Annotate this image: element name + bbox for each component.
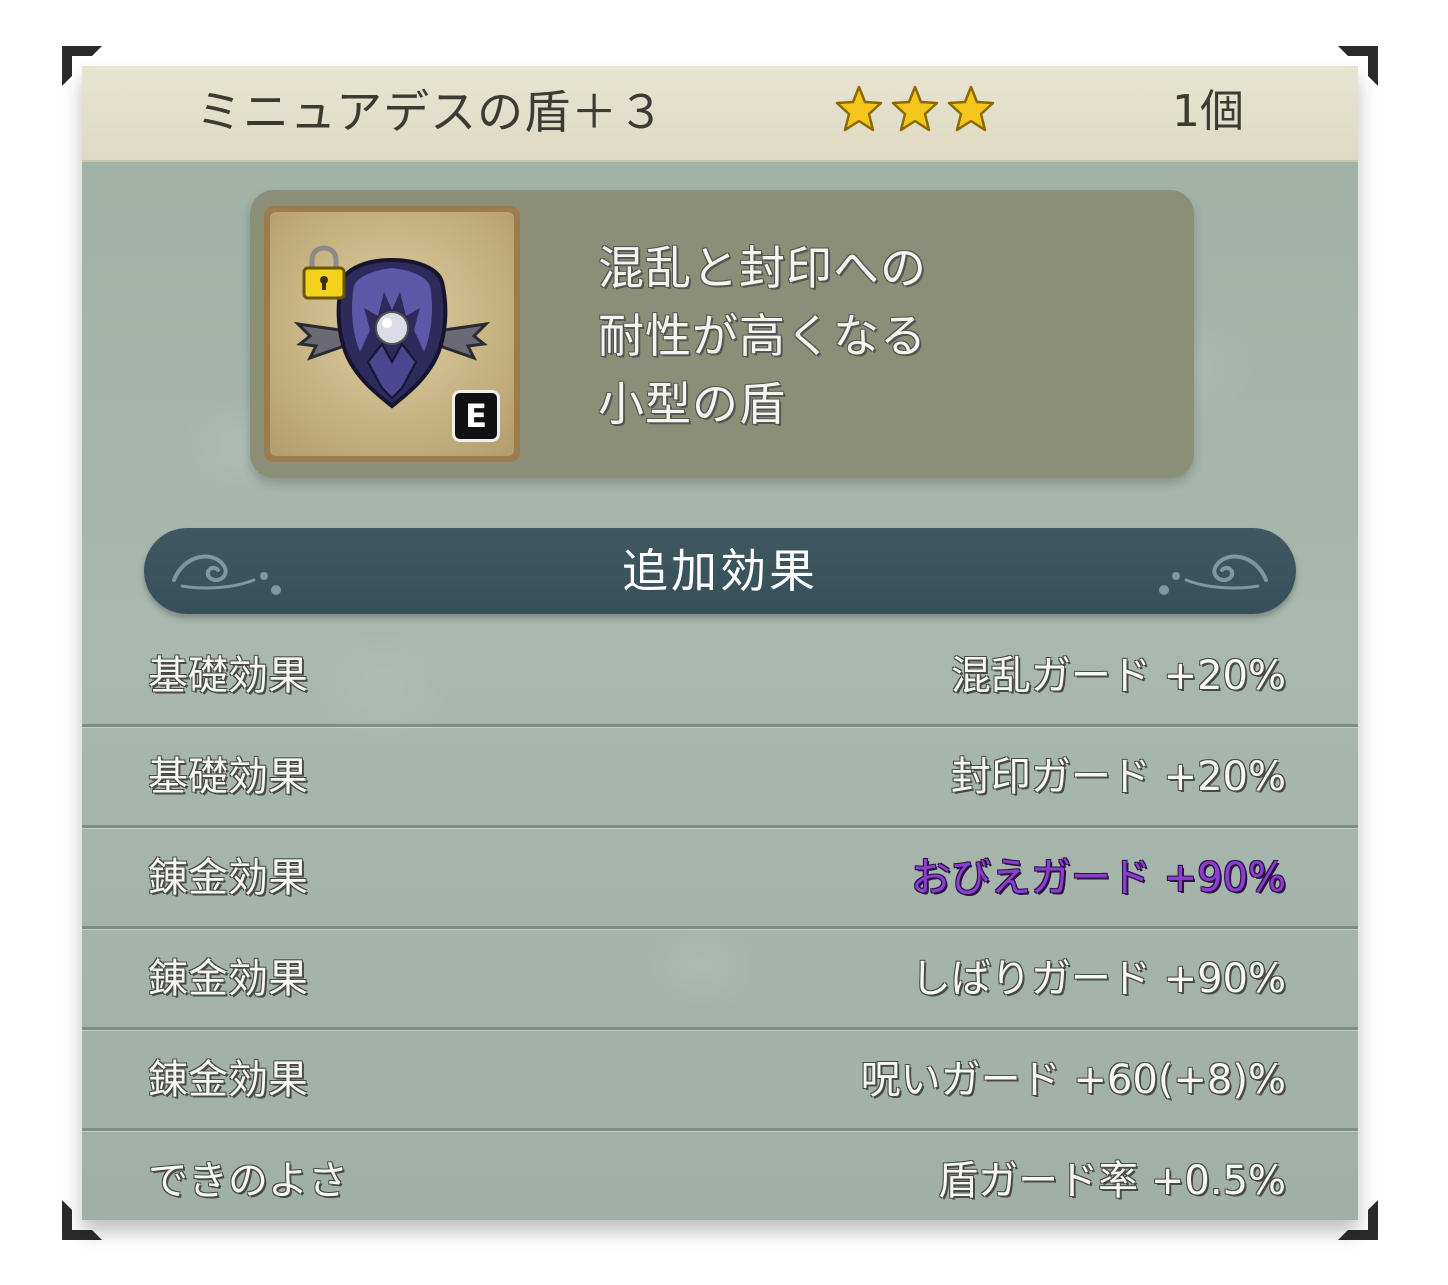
effect-value: おびえガード +90% — [910, 855, 1286, 901]
star-icon — [947, 85, 995, 132]
item-detail-panel: ミニュアデスの盾＋３ 1個 E 混乱と封印への 耐性が高くなる 小型の盾 追加効… — [82, 66, 1358, 1220]
description-line: 耐性が高くなる — [598, 309, 927, 363]
item-header: ミニュアデスの盾＋３ 1個 — [82, 66, 1358, 162]
item-description-box: E 混乱と封印への 耐性が高くなる 小型の盾 — [250, 190, 1194, 478]
additional-effects-title: 追加効果 — [622, 544, 818, 598]
effect-type: 錬金効果 — [148, 1057, 308, 1103]
description-line: 混乱と封印への — [598, 241, 927, 295]
effects-list: 基礎効果 混乱ガード +20% 基礎効果 封印ガード +20% 錬金効果 おびえ… — [82, 626, 1358, 1220]
star-icon — [891, 85, 939, 132]
effect-row: できのよさ 盾ガード率 +0.5% — [82, 1131, 1358, 1220]
item-description: 混乱と封印への 耐性が高くなる 小型の盾 — [598, 234, 927, 438]
effect-row: 基礎効果 混乱ガード +20% — [82, 626, 1358, 727]
effect-type: 基礎効果 — [148, 653, 308, 699]
effect-row: 錬金効果 おびえガード +90% — [82, 828, 1358, 929]
effect-type: 基礎効果 — [148, 754, 308, 800]
item-icon-frame[interactable]: E — [264, 206, 520, 462]
flourish-right-icon — [1159, 554, 1268, 595]
effect-value: しばりガード +90% — [910, 956, 1286, 1002]
rarity-stars — [834, 84, 996, 140]
item-name: ミニュアデスの盾＋３ — [196, 85, 666, 139]
lock-icon — [302, 245, 346, 300]
effect-type: 錬金効果 — [148, 855, 308, 901]
item-icon: E — [270, 212, 514, 456]
effect-type: できのよさ — [148, 1158, 348, 1204]
effect-value: 呪いガード +60(+8)% — [860, 1057, 1286, 1103]
star-icon — [835, 85, 883, 132]
effect-value: 混乱ガード +20% — [950, 653, 1286, 699]
item-count: 1個 — [1172, 86, 1244, 137]
description-line: 小型の盾 — [598, 377, 786, 431]
effect-value: 盾ガード率 +0.5% — [938, 1158, 1286, 1204]
effect-value: 封印ガード +20% — [950, 754, 1286, 800]
effect-row: 基礎効果 封印ガード +20% — [82, 727, 1358, 828]
additional-effects-header: 追加効果 — [144, 528, 1296, 614]
effect-row: 錬金効果 呪いガード +60(+8)% — [82, 1030, 1358, 1131]
equipped-badge: E — [452, 390, 500, 442]
effect-type: 錬金効果 — [148, 956, 308, 1002]
effect-row: 錬金効果 しばりガード +90% — [82, 929, 1358, 1030]
